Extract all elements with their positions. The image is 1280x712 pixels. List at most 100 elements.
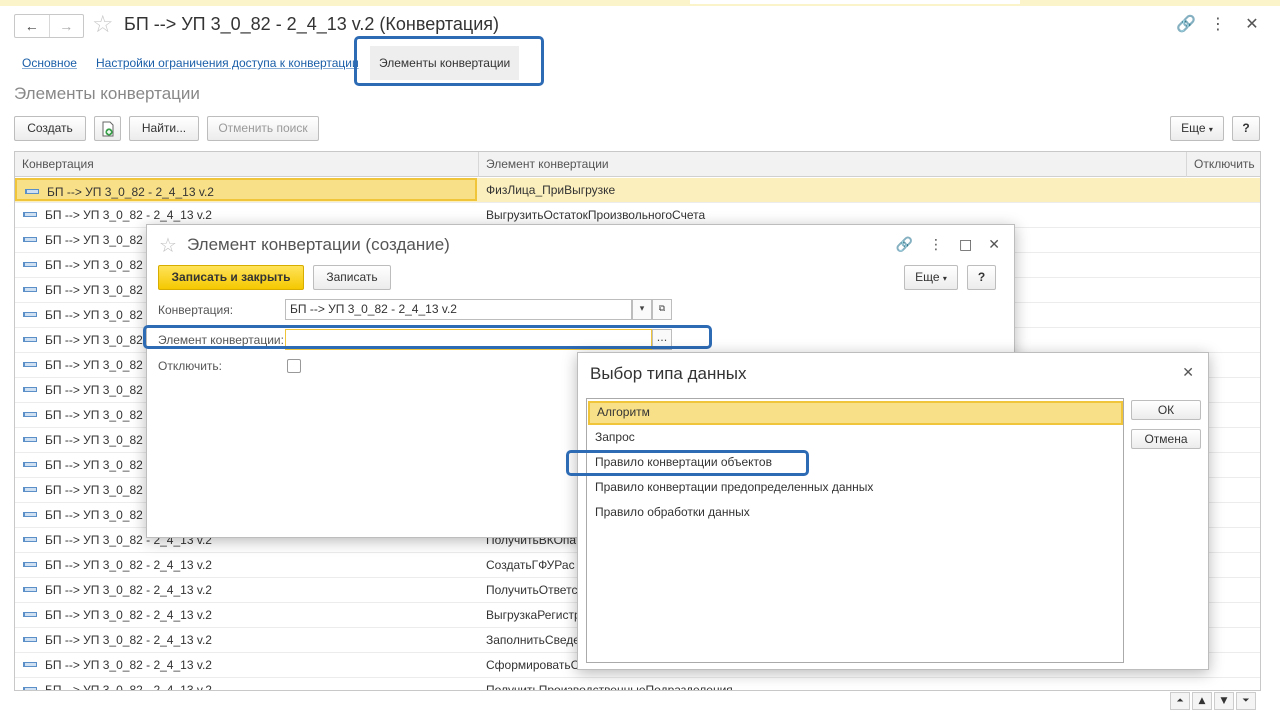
more-button[interactable]: Еще ▾ — [904, 265, 958, 290]
open-icon[interactable]: ⧉ — [652, 299, 672, 320]
find-button[interactable]: Найти... — [129, 116, 199, 141]
table-row[interactable]: БП --> УП 3_0_82 - 2_4_13 v.2 ПолучитьПро… — [15, 678, 1260, 691]
back-arrow-icon[interactable]: ← — [15, 15, 49, 37]
conversion-cell: БП --> УП 3_0_82 - 2_4_13 v.2 — [15, 678, 477, 691]
conversion-cell: БП --> УП 3_0_82 - 2_4_13 v.2 — [15, 628, 477, 653]
row-item-icon — [23, 387, 37, 393]
help-button[interactable]: ? — [967, 265, 996, 290]
scroll-down-icon[interactable]: ▼ — [1214, 692, 1234, 710]
element-label: Элемент конвертации: — [158, 333, 284, 347]
nav-buttons: ← → — [14, 14, 84, 38]
row-item-icon — [23, 312, 37, 318]
chevron-down-icon[interactable]: ▾ — [632, 299, 652, 320]
column-header-element[interactable]: Элемент конвертации — [478, 152, 1186, 177]
conversion-cell-text: БП --> УП 3_0_82 — [45, 358, 143, 372]
list-item[interactable]: Правило конвертации предопределенных дан… — [588, 476, 1123, 500]
row-item-icon — [23, 562, 37, 568]
close-icon[interactable]: ✕ — [1244, 14, 1260, 33]
conversion-cell-text: БП --> УП 3_0_82 — [45, 333, 143, 347]
list-item[interactable]: Правило обработки данных — [588, 501, 1123, 525]
section-title: Элементы конвертации — [14, 84, 200, 103]
create-button[interactable]: Создать — [14, 116, 86, 141]
list-item[interactable]: Запрос — [588, 426, 1123, 450]
copy-button[interactable] — [94, 116, 121, 141]
window-controls: 🔗 ⋮ ✕ — [1176, 14, 1260, 33]
element-cell: ФизЛица_ПриВыгрузке — [486, 183, 616, 197]
close-icon[interactable]: ✕ — [1182, 365, 1194, 381]
tab-access-settings[interactable]: Настройки ограничения доступа к конверта… — [96, 56, 359, 70]
tab-main[interactable]: Основное — [22, 56, 77, 70]
chevron-down-icon: ▾ — [1208, 125, 1213, 134]
row-item-icon — [23, 287, 37, 293]
conversion-cell-text: БП --> УП 3_0_82 — [45, 383, 143, 397]
table-row[interactable]: БП --> УП 3_0_82 - 2_4_13 v.2 ФизЛица_При… — [15, 178, 1260, 203]
row-item-icon — [23, 512, 37, 518]
row-item-icon — [23, 637, 37, 643]
conversion-cell-text: БП --> УП 3_0_82 - 2_4_13 v.2 — [45, 558, 212, 572]
document-add-icon — [102, 121, 113, 137]
forward-arrow-icon[interactable]: → — [48, 15, 84, 37]
more-menu-icon[interactable]: ⋮ — [929, 237, 943, 253]
row-item-icon — [23, 662, 37, 668]
conversion-cell-text: БП --> УП 3_0_82 - 2_4_13 v.2 — [45, 208, 212, 222]
row-item-icon — [23, 237, 37, 243]
scroll-up-icon[interactable]: ▲ — [1192, 692, 1212, 710]
tab-conversion-elements[interactable]: Элементы конвертации — [370, 46, 520, 80]
ok-button[interactable]: ОК — [1131, 400, 1201, 420]
close-icon[interactable]: ✕ — [988, 237, 1000, 253]
more-button-label: Еще — [1181, 121, 1206, 135]
favorite-star-icon[interactable]: ☆ — [92, 10, 114, 38]
maximize-icon[interactable]: □ — [959, 237, 972, 253]
conversion-element-field[interactable] — [285, 329, 652, 350]
title-bar: ← → ☆ БП --> УП 3_0_82 - 2_4_13 v.2 (Кон… — [0, 8, 1280, 44]
disable-label: Отключить: — [158, 359, 222, 373]
more-menu-icon[interactable]: ⋮ — [1210, 14, 1226, 33]
link-icon[interactable]: 🔗 — [896, 237, 913, 253]
conversion-cell-text: БП --> УП 3_0_82 — [45, 233, 143, 247]
row-item-icon — [23, 537, 37, 543]
conversion-field[interactable]: БП --> УП 3_0_82 - 2_4_13 v.2 — [285, 299, 632, 320]
favorite-star-icon[interactable]: ☆ — [159, 233, 177, 257]
conversion-cell: БП --> УП 3_0_82 - 2_4_13 v.2 — [15, 578, 477, 603]
cancel-button[interactable]: Отмена — [1131, 429, 1201, 449]
conversion-cell-text: БП --> УП 3_0_82 - 2_4_13 v.2 — [45, 683, 212, 691]
more-button[interactable]: Еще ▾ — [1170, 116, 1224, 141]
row-item-icon — [23, 587, 37, 593]
save-button[interactable]: Записать — [313, 265, 391, 290]
list-item[interactable]: Правило конвертации объектов — [588, 451, 1123, 475]
conversion-cell: БП --> УП 3_0_82 - 2_4_13 v.2 — [15, 653, 477, 678]
row-item-icon — [23, 212, 37, 218]
scroll-bottom-icon[interactable]: ⏷ — [1236, 692, 1256, 710]
select-button[interactable]: ... — [652, 329, 672, 350]
conversion-cell-text: БП --> УП 3_0_82 - 2_4_13 v.2 — [45, 583, 212, 597]
row-item-icon — [23, 412, 37, 418]
help-button[interactable]: ? — [1232, 116, 1260, 141]
conversion-cell-text: БП --> УП 3_0_82 - 2_4_13 v.2 — [45, 633, 212, 647]
disable-checkbox[interactable] — [287, 359, 301, 373]
conversion-cell-text: БП --> УП 3_0_82 — [45, 483, 143, 497]
top-strip — [0, 0, 1280, 6]
link-icon[interactable]: 🔗 — [1176, 14, 1196, 33]
table-header: Конвертация Элемент конвертации Отключит… — [15, 152, 1260, 177]
conversion-cell-text: БП --> УП 3_0_82 — [45, 308, 143, 322]
column-header-disable[interactable]: Отключить — [1186, 152, 1260, 177]
conversion-cell-text: БП --> УП 3_0_82 - 2_4_13 v.2 — [47, 185, 214, 199]
conversion-cell-text: БП --> УП 3_0_82 - 2_4_13 v.2 — [45, 658, 212, 672]
row-item-icon — [23, 362, 37, 368]
row-item-icon — [23, 487, 37, 493]
save-and-close-button[interactable]: Записать и закрыть — [158, 265, 304, 290]
row-item-icon — [23, 437, 37, 443]
scroll-top-icon[interactable]: ⏶ — [1170, 692, 1190, 710]
cancel-search-button[interactable]: Отменить поиск — [207, 116, 319, 141]
list-item[interactable]: Алгоритм — [588, 401, 1123, 425]
data-type-dialog: Выбор типа данных ✕ Алгоритм Запрос Прав… — [577, 352, 1209, 670]
conversion-cell: БП --> УП 3_0_82 - 2_4_13 v.2 — [15, 603, 477, 628]
row-item-icon — [23, 337, 37, 343]
column-header-conversion[interactable]: Конвертация — [15, 152, 478, 177]
row-item-icon — [23, 687, 37, 690]
conversion-label: Конвертация: — [158, 303, 234, 317]
row-item-icon — [25, 189, 39, 195]
row-item-icon — [23, 462, 37, 468]
dialog-title: Элемент конвертации (создание) — [187, 235, 450, 254]
more-button-label: Еще — [915, 270, 940, 284]
